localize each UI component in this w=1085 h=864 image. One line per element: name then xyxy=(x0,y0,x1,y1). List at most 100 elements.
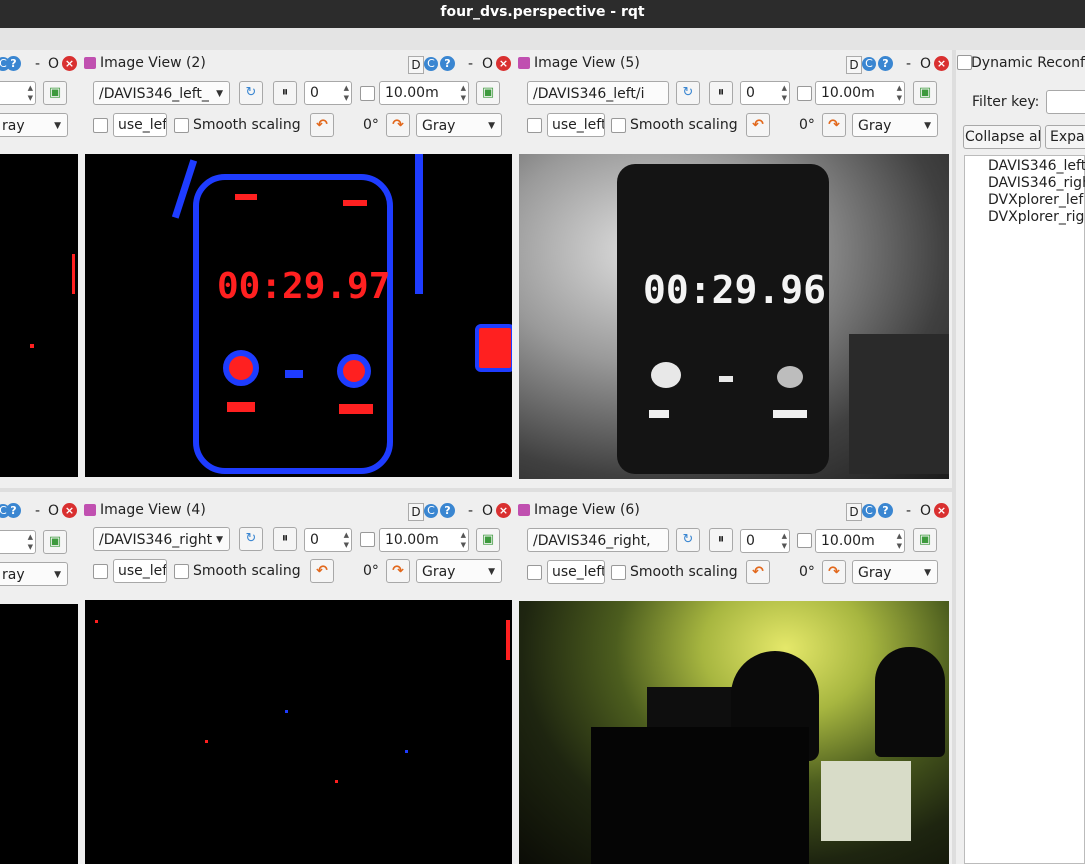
help-icon[interactable]: ? xyxy=(878,503,893,518)
refresh-icon[interactable]: C xyxy=(424,57,438,71)
frame-spinbox[interactable]: 0 ▲ ▼ xyxy=(304,528,352,552)
rotate-left-button[interactable]: ↶ xyxy=(310,559,334,583)
timeout-spinbox[interactable]: 10.00m ▲ ▼ xyxy=(379,528,469,552)
float-icon[interactable]: O xyxy=(482,503,493,519)
pause-button[interactable]: ⏸ xyxy=(273,527,297,551)
dash-icon[interactable]: - xyxy=(906,56,911,72)
refresh-icon[interactable]: C xyxy=(862,57,876,71)
tree-node-item[interactable]: DAVIS346_righ xyxy=(988,175,1085,191)
refresh-topics-button[interactable]: ↻ xyxy=(239,527,263,551)
tree-node-item[interactable]: DAVIS346_left xyxy=(988,158,1085,174)
expand-all-button[interactable]: Expar xyxy=(1045,125,1085,149)
dock-d-icon[interactable]: D xyxy=(846,503,862,521)
refresh-topics-button[interactable]: ↻ xyxy=(239,81,263,105)
use-topic-field[interactable]: use_left xyxy=(113,113,167,137)
rotate-left-button[interactable]: ↶ xyxy=(746,560,770,584)
rotate-right-button[interactable]: ↷ xyxy=(386,559,410,583)
help-icon[interactable]: ? xyxy=(6,503,21,518)
use-topic-checkbox[interactable] xyxy=(93,118,108,133)
close-icon[interactable]: × xyxy=(62,56,77,71)
timeout-checkbox[interactable] xyxy=(797,533,812,548)
use-topic-checkbox[interactable] xyxy=(527,118,542,133)
use-topic-field[interactable]: use_left xyxy=(113,559,167,583)
collapse-all-button[interactable]: Collapse all xyxy=(963,125,1041,149)
save-image-button[interactable]: ▣ xyxy=(43,530,67,554)
refresh-icon[interactable]: C xyxy=(862,504,876,518)
use-topic-field[interactable]: use_left xyxy=(547,113,605,137)
help-icon[interactable]: ? xyxy=(878,56,893,71)
frame-spinbox[interactable]: 0 ▲ ▼ xyxy=(740,529,790,553)
use-topic-field[interactable]: use_left xyxy=(547,560,605,584)
close-icon[interactable]: × xyxy=(934,56,949,71)
help-icon[interactable]: ? xyxy=(440,56,455,71)
use-topic-checkbox[interactable] xyxy=(93,564,108,579)
spin-box[interactable]: ▲ ▼ xyxy=(0,81,36,105)
dash-icon[interactable]: - xyxy=(906,503,911,519)
spin-box[interactable]: ▲ ▼ xyxy=(0,530,36,554)
dock-d-icon[interactable]: D xyxy=(408,56,424,74)
help-icon[interactable]: ? xyxy=(440,503,455,518)
dock-d-icon[interactable]: D xyxy=(846,56,862,74)
timeout-checkbox[interactable] xyxy=(797,86,812,101)
smooth-scaling-checkbox[interactable] xyxy=(174,118,189,133)
dock-checkbox[interactable] xyxy=(957,55,972,70)
float-icon[interactable]: O xyxy=(920,56,931,72)
save-image-button[interactable]: ▣ xyxy=(476,528,500,552)
close-icon[interactable]: × xyxy=(496,56,511,71)
save-image-button[interactable]: ▣ xyxy=(43,81,67,105)
float-icon[interactable]: O xyxy=(920,503,931,519)
use-topic-checkbox[interactable] xyxy=(527,565,542,580)
color-scheme-combo[interactable]: ray ▼ xyxy=(0,562,68,586)
topic-combo[interactable]: /DAVIS346_right ▼ xyxy=(93,527,230,551)
save-image-button[interactable]: ▣ xyxy=(476,81,500,105)
pause-button[interactable]: ⏸ xyxy=(709,81,733,105)
tree-node-item[interactable]: DVXplorer_lef xyxy=(988,192,1083,208)
rotate-left-button[interactable]: ↶ xyxy=(746,113,770,137)
rotate-right-button[interactable]: ↷ xyxy=(822,560,846,584)
horizontal-splitter[interactable] xyxy=(0,488,952,492)
color-scheme-combo[interactable]: Gray ▼ xyxy=(852,560,938,584)
refresh-topics-button[interactable]: ↻ xyxy=(676,81,700,105)
help-icon[interactable]: ? xyxy=(6,56,21,71)
pause-button[interactable]: ⏸ xyxy=(273,81,297,105)
color-scheme-combo[interactable]: Gray ▼ xyxy=(416,559,502,583)
color-scheme-combo[interactable]: Gray ▼ xyxy=(416,113,502,137)
refresh-icon[interactable]: C xyxy=(424,504,438,518)
smooth-scaling-checkbox[interactable] xyxy=(611,565,626,580)
dash-icon[interactable]: - xyxy=(35,503,40,519)
smooth-scaling-checkbox[interactable] xyxy=(611,118,626,133)
close-icon[interactable]: × xyxy=(496,503,511,518)
timeout-checkbox[interactable] xyxy=(360,86,375,101)
dash-icon[interactable]: - xyxy=(468,56,473,72)
topic-combo[interactable]: /DAVIS346_left_ ▼ xyxy=(93,81,230,105)
color-scheme-combo[interactable]: Gray ▼ xyxy=(852,113,938,137)
rotate-right-button[interactable]: ↷ xyxy=(822,113,846,137)
float-icon[interactable]: O xyxy=(482,56,493,72)
frame-spinbox[interactable]: 0 ▲ ▼ xyxy=(304,81,352,105)
dash-icon[interactable]: - xyxy=(35,56,40,72)
close-icon[interactable]: × xyxy=(934,503,949,518)
float-icon[interactable]: O xyxy=(48,56,59,72)
timeout-spinbox[interactable]: 10.00m ▲ ▼ xyxy=(815,529,905,553)
frame-spinbox[interactable]: 0 ▲ ▼ xyxy=(740,81,790,105)
timeout-spinbox[interactable]: 10.00m ▲ ▼ xyxy=(379,81,469,105)
topic-combo[interactable]: /DAVIS346_right, xyxy=(527,528,669,552)
float-icon[interactable]: O xyxy=(48,503,59,519)
timeout-checkbox[interactable] xyxy=(360,532,375,547)
color-scheme-combo[interactable]: ray ▼ xyxy=(0,113,68,137)
refresh-topics-button[interactable]: ↻ xyxy=(676,528,700,552)
rotate-right-button[interactable]: ↷ xyxy=(386,113,410,137)
dock-d-icon[interactable]: D xyxy=(408,503,424,521)
topic-combo[interactable]: /DAVIS346_left/i xyxy=(527,81,669,105)
close-icon[interactable]: × xyxy=(62,503,77,518)
smooth-scaling-checkbox[interactable] xyxy=(174,564,189,579)
tree-node-item[interactable]: DVXplorer_rig xyxy=(988,209,1084,225)
timeout-spinbox[interactable]: 10.00m ▲ ▼ xyxy=(815,81,905,105)
pause-button[interactable]: ⏸ xyxy=(709,528,733,552)
save-image-button[interactable]: ▣ xyxy=(913,81,937,105)
filter-input[interactable] xyxy=(1046,90,1085,114)
dash-icon[interactable]: - xyxy=(468,503,473,519)
rotate-left-button[interactable]: ↶ xyxy=(310,113,334,137)
save-image-button[interactable]: ▣ xyxy=(913,528,937,552)
vertical-splitter[interactable] xyxy=(952,50,956,864)
